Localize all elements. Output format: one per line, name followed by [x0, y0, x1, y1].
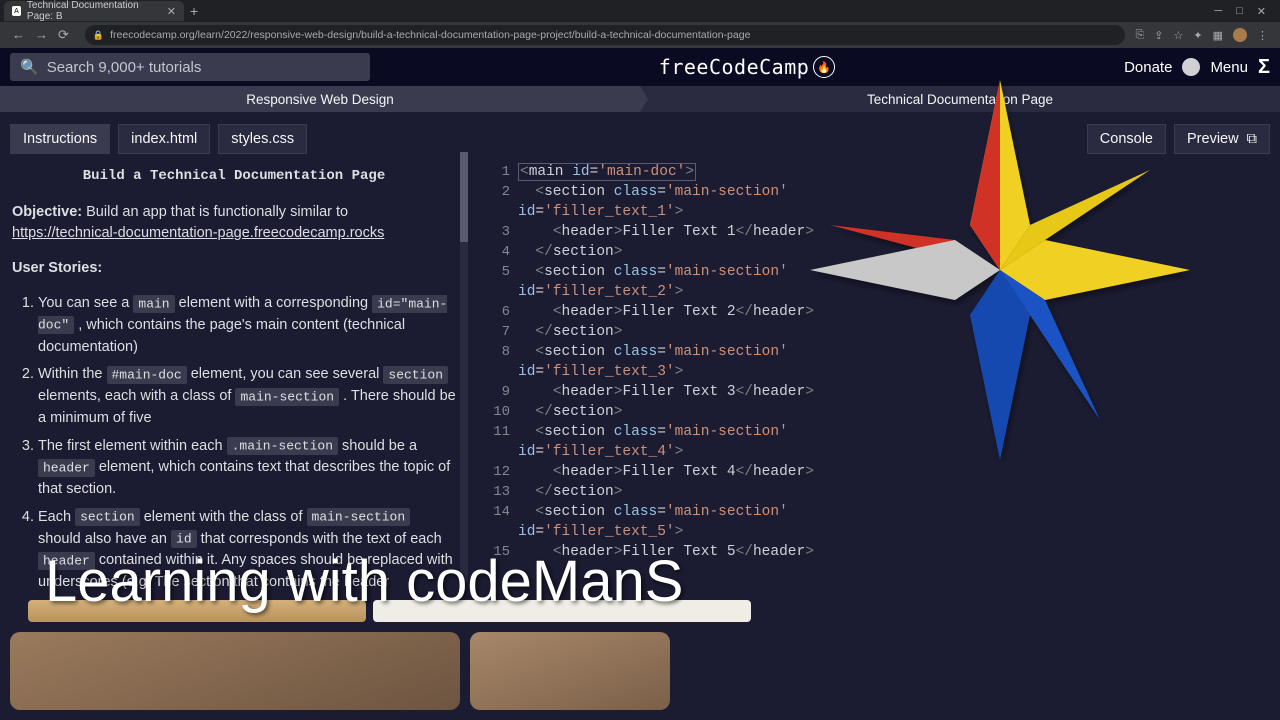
theme-toggle-icon[interactable] — [1182, 58, 1200, 76]
popout-icon: ⧉ — [1247, 131, 1257, 147]
tab-indexhtml[interactable]: index.html — [118, 124, 210, 154]
kebab-menu-icon[interactable]: ⋮ — [1257, 29, 1268, 42]
overlay-card — [470, 632, 670, 710]
sigma-icon[interactable]: Σ — [1258, 56, 1270, 79]
console-button[interactable]: Console — [1087, 124, 1166, 154]
browser-tab-bar: A Technical Documentation Page: B ✕ + ─ … — [0, 0, 1280, 22]
profile-avatar[interactable] — [1233, 28, 1247, 42]
browser-chrome: A Technical Documentation Page: B ✕ + ─ … — [0, 0, 1280, 48]
address-bar-row: ← → ⟳ 🔒 freecodecamp.org/learn/2022/resp… — [0, 22, 1280, 48]
list-item: Each section element with the class of m… — [38, 507, 456, 594]
preview-button[interactable]: Preview ⧉ — [1174, 124, 1270, 154]
editor-controls: Console Preview ⧉ — [1087, 124, 1270, 154]
user-stories-list: You can see a main element with a corres… — [12, 293, 456, 594]
url-text: freecodecamp.org/learn/2022/responsive-w… — [110, 29, 750, 41]
user-stories-label: User Stories: — [12, 260, 102, 276]
breadcrumb: Responsive Web Design Technical Document… — [0, 86, 1280, 112]
tab-title: Technical Documentation Page: B — [27, 0, 161, 22]
tab-stylescss[interactable]: styles.css — [218, 124, 307, 154]
lock-icon: 🔒 — [93, 30, 104, 41]
file-tabs: Instructions index.html styles.css — [10, 124, 458, 154]
window-controls: ─ □ ✕ — [1214, 5, 1276, 18]
forward-icon[interactable]: → — [35, 27, 48, 43]
breadcrumb-project[interactable]: Technical Documentation Page — [640, 86, 1280, 112]
app-header: 🔍 Search 9,000+ tutorials freeCodeCamp 🔥… — [0, 48, 1280, 86]
instructions-title: Build a Technical Documentation Page — [10, 168, 458, 184]
extension-icons: ⎘ ⇪ ☆ ✦ ▦ ⋮ — [1135, 28, 1274, 42]
scrollbar[interactable] — [460, 152, 468, 582]
donate-link[interactable]: Donate — [1124, 59, 1172, 76]
install-icon[interactable]: ⎘ — [1135, 29, 1144, 42]
menu-button[interactable]: Menu — [1210, 59, 1248, 76]
browser-tab[interactable]: A Technical Documentation Page: B ✕ — [4, 1, 184, 21]
overlay-bar-gold — [28, 600, 366, 622]
brand-logo[interactable]: freeCodeCamp 🔥 — [659, 55, 836, 79]
objective-link[interactable]: https://technical-documentation-page.fre… — [12, 225, 384, 241]
reload-icon[interactable]: ⟳ — [58, 27, 69, 43]
maximize-icon[interactable]: □ — [1236, 5, 1243, 18]
flame-icon: 🔥 — [813, 56, 835, 78]
overlay-bar-white — [373, 600, 751, 622]
nav-arrows: ← → ⟳ — [6, 27, 75, 43]
overlay-card — [10, 632, 460, 710]
bookmark-icon[interactable]: ☆ — [1174, 29, 1184, 42]
grid-icon[interactable]: ▦ — [1213, 29, 1223, 42]
list-item: The first element within each .main-sect… — [38, 436, 456, 501]
search-input[interactable]: 🔍 Search 9,000+ tutorials — [10, 53, 370, 81]
instructions-pane: Instructions index.html styles.css Build… — [0, 112, 468, 720]
workspace: Instructions index.html styles.css Build… — [0, 112, 1280, 720]
share-icon[interactable]: ⇪ — [1154, 29, 1163, 42]
tab-close-icon[interactable]: ✕ — [167, 5, 176, 18]
list-item: You can see a main element with a corres… — [38, 293, 456, 358]
new-tab-button[interactable]: + — [190, 3, 198, 19]
url-bar[interactable]: 🔒 freecodecamp.org/learn/2022/responsive… — [85, 25, 1126, 45]
breadcrumb-course[interactable]: Responsive Web Design — [0, 86, 640, 112]
minimize-icon[interactable]: ─ — [1214, 5, 1222, 18]
search-placeholder: Search 9,000+ tutorials — [47, 59, 202, 76]
tab-instructions[interactable]: Instructions — [10, 124, 110, 154]
code-editor[interactable]: <main id='main-doc'> <section class='mai… — [518, 162, 814, 562]
puzzle-icon[interactable]: ✦ — [1193, 29, 1202, 42]
close-window-icon[interactable]: ✕ — [1257, 5, 1266, 18]
back-icon[interactable]: ← — [12, 27, 25, 43]
search-icon: 🔍 — [20, 58, 39, 76]
line-gutter: 12 345 678 91011 121314 15 — [478, 162, 510, 562]
objective-label: Objective: — [12, 204, 82, 220]
editor-pane: Console Preview ⧉ 12 345 678 91011 12131… — [468, 112, 1280, 720]
instructions-body: Objective: Build an app that is function… — [10, 202, 458, 594]
favicon: A — [12, 6, 21, 16]
list-item: Within the #main-doc element, you can se… — [38, 364, 456, 429]
